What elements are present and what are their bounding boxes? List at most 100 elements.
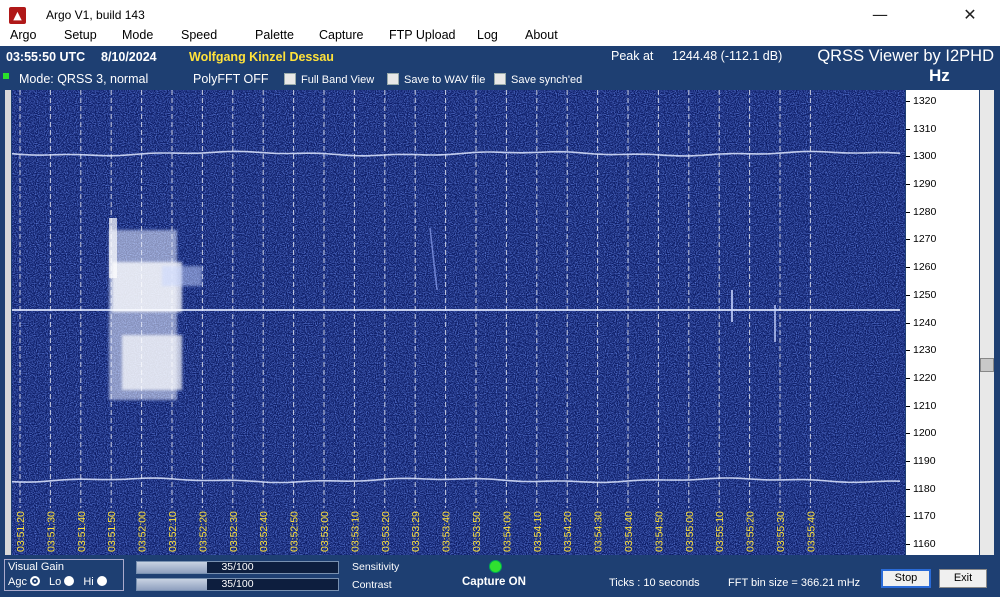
waterfall-display[interactable]: 03:51:20 03:51:30 03:51:40 03:51:50 03:52:00… bbox=[12, 90, 905, 555]
checkbox-label: Full Band View bbox=[301, 74, 375, 86]
frequency-label: 1240 bbox=[913, 316, 937, 329]
menu-log[interactable]: Log bbox=[477, 28, 498, 42]
frequency-tick bbox=[906, 294, 910, 296]
frequency-tick bbox=[906, 377, 910, 379]
menu-speed[interactable]: Speed bbox=[181, 28, 217, 42]
lo-label: Lo bbox=[49, 576, 62, 588]
frequency-label: 1180 bbox=[913, 482, 936, 495]
frequency-label: 1210 bbox=[913, 399, 937, 412]
checkbox-box[interactable] bbox=[284, 73, 296, 85]
vertical-scrollbar[interactable] bbox=[980, 90, 994, 555]
menu-mode[interactable]: Mode bbox=[122, 28, 153, 42]
time-label: 03:53:40 bbox=[441, 511, 453, 552]
operator-name: Wolfgang Kinzel Dessau bbox=[189, 50, 334, 64]
frequency-tick bbox=[906, 267, 910, 269]
visual-gain-group: Visual Gain Agc Lo Hi bbox=[4, 559, 124, 591]
menu-capture[interactable]: Capture bbox=[319, 28, 363, 42]
frequency-label: 1250 bbox=[913, 288, 937, 301]
time-label: 03:55:00 bbox=[684, 511, 696, 552]
frequency-tick bbox=[906, 239, 910, 241]
full-band-view-checkbox[interactable]: Full Band View bbox=[284, 73, 374, 86]
minimize-button[interactable]: — bbox=[865, 4, 895, 26]
frequency-label: 1290 bbox=[913, 178, 937, 191]
menu-argo[interactable]: Argo bbox=[10, 28, 36, 42]
time-label: 03:53:50 bbox=[471, 511, 483, 552]
checkbox-box[interactable] bbox=[387, 73, 399, 85]
capture-status: Capture ON bbox=[462, 576, 526, 588]
frequency-label: 1320 bbox=[913, 95, 937, 108]
sensitivity-value: 35/100 bbox=[221, 561, 254, 573]
frequency-tick bbox=[906, 322, 910, 324]
menu-ftp-upload[interactable]: FTP Upload bbox=[389, 28, 455, 42]
time-label: 03:51:50 bbox=[106, 511, 118, 552]
time-label: 03:53:20 bbox=[380, 511, 392, 552]
sensitivity-slider[interactable]: 35/100 bbox=[136, 561, 339, 574]
time-label: 03:55:40 bbox=[805, 511, 817, 552]
frequency-label: 1270 bbox=[913, 233, 937, 246]
time-label: 03:54:10 bbox=[532, 511, 544, 552]
frequency-label: 1260 bbox=[913, 261, 937, 274]
lo-radio[interactable] bbox=[64, 576, 75, 586]
stop-button[interactable]: Stop bbox=[881, 569, 931, 588]
capture-indicator bbox=[489, 560, 502, 573]
utc-date: 8/10/2024 bbox=[101, 50, 157, 64]
frequency-label: 1170 bbox=[913, 510, 936, 523]
hi-label: Hi bbox=[83, 576, 94, 588]
time-label: 03:54:40 bbox=[623, 511, 635, 552]
frequency-tick bbox=[906, 184, 910, 186]
menu-about[interactable]: About bbox=[525, 28, 558, 42]
save-wav-checkbox[interactable]: Save to WAV file bbox=[387, 73, 485, 86]
window-title: Argo V1, build 143 bbox=[46, 8, 145, 22]
frequency-tick bbox=[906, 516, 910, 518]
unit-label: Hz bbox=[929, 66, 950, 85]
app-icon[interactable]: ▲ bbox=[9, 7, 26, 24]
agc-radio[interactable] bbox=[29, 576, 40, 586]
peak-label: Peak at bbox=[611, 49, 654, 63]
burst-core-lower bbox=[122, 335, 182, 390]
hi-radio[interactable] bbox=[96, 576, 107, 586]
frequency-tick bbox=[906, 101, 910, 103]
mode-label: Mode: QRSS 3, normal bbox=[19, 72, 149, 86]
time-label: 03:54:20 bbox=[562, 511, 574, 552]
frequency-tick bbox=[906, 405, 910, 407]
frequency-tick bbox=[906, 128, 910, 130]
exit-button[interactable]: Exit bbox=[939, 569, 987, 588]
menu-setup[interactable]: Setup bbox=[64, 28, 97, 42]
menu-bar: Argo Setup Mode Speed Palette Capture FT… bbox=[0, 26, 1000, 46]
frequency-label: 1230 bbox=[913, 344, 937, 357]
time-label: 03:52:20 bbox=[197, 511, 209, 552]
frequency-scale: 1320 1310 1300 1290 1280 1270 1260 1250 1240 1230… bbox=[906, 90, 979, 555]
contrast-slider[interactable]: 35/100 bbox=[136, 578, 339, 591]
checkbox-label: Save to WAV file bbox=[404, 74, 486, 86]
time-label: 03:52:30 bbox=[228, 511, 240, 552]
time-label: 03:51:40 bbox=[76, 511, 88, 552]
time-label: 03:54:50 bbox=[653, 511, 665, 552]
menu-palette[interactable]: Palette bbox=[255, 28, 294, 42]
scroll-thumb[interactable] bbox=[980, 358, 994, 372]
time-label: 03:55:10 bbox=[714, 511, 726, 552]
contrast-value: 35/100 bbox=[221, 578, 254, 590]
utc-time: 03:55:50 UTC bbox=[6, 50, 86, 64]
frequency-tick bbox=[906, 211, 910, 213]
time-label: 03:53:00 bbox=[319, 511, 331, 552]
time-label: 03:55:30 bbox=[775, 511, 787, 552]
bottom-panel: Visual Gain Agc Lo Hi 35/100 Sensitivity… bbox=[0, 556, 1000, 597]
time-label: 03:53:29 bbox=[410, 511, 422, 552]
frequency-tick bbox=[906, 156, 910, 158]
frequency-label: 1300 bbox=[913, 150, 937, 163]
frequency-tick bbox=[906, 488, 910, 490]
time-label: 03:51:30 bbox=[45, 511, 57, 552]
left-edge-strip bbox=[5, 90, 11, 555]
time-label: 03:54:00 bbox=[501, 511, 513, 552]
checkbox-box[interactable] bbox=[494, 73, 506, 85]
time-label: 03:54:30 bbox=[593, 511, 605, 552]
save-synched-checkbox[interactable]: Save synch'ed bbox=[494, 73, 582, 86]
fft-bin-info: FFT bin size = 366.21 mHz bbox=[728, 577, 861, 589]
status-led bbox=[3, 73, 9, 79]
peak-value: 1244.48 (-112.1 dB) bbox=[672, 49, 783, 63]
ticks-info: Ticks : 10 seconds bbox=[609, 577, 700, 589]
frequency-label: 1160 bbox=[913, 537, 936, 550]
frequency-tick bbox=[906, 543, 910, 545]
frequency-tick bbox=[906, 433, 910, 435]
close-button[interactable]: ✕ bbox=[955, 4, 985, 26]
